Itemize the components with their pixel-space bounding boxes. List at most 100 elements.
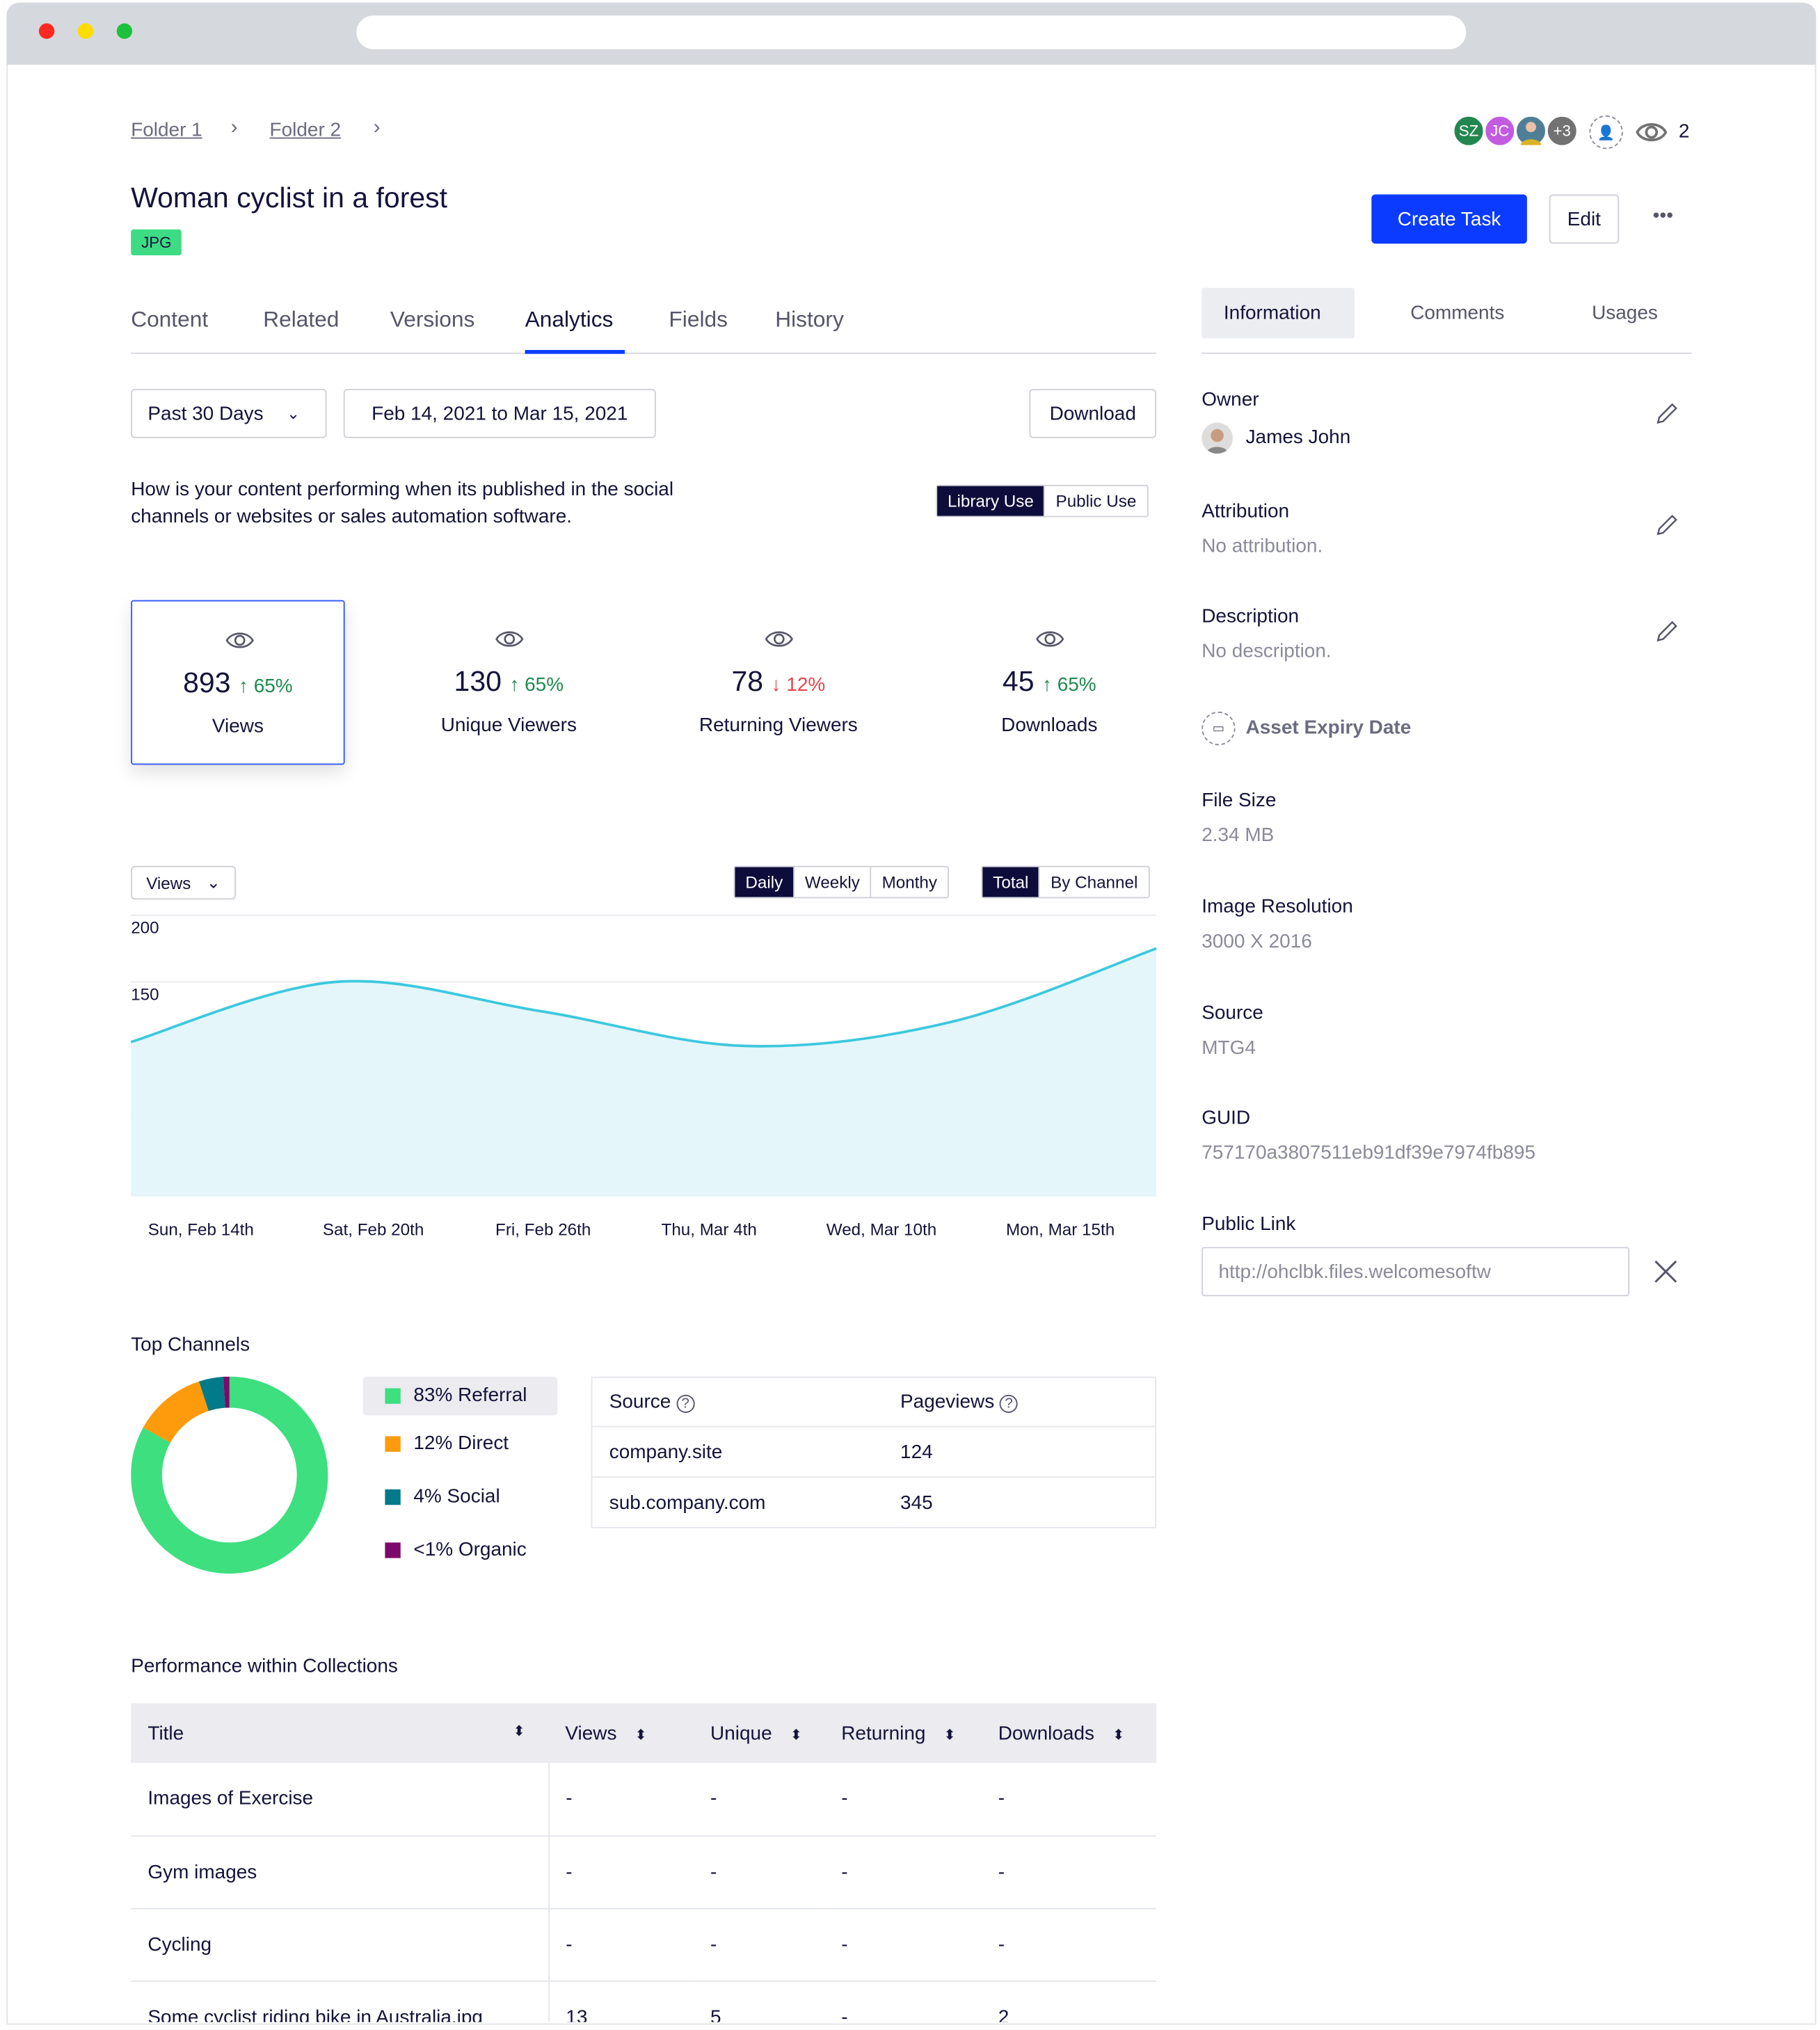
legend-item[interactable]: 4% Social	[385, 1485, 500, 1508]
range-value: Past 30 Days	[147, 402, 264, 425]
description-label: Description	[1202, 605, 1300, 628]
eye-icon	[495, 631, 524, 647]
tab-content[interactable]: Content	[131, 307, 208, 333]
stat-value: 893 ↑ 65%	[183, 666, 293, 699]
calendar-icon[interactable]: ▭	[1202, 711, 1236, 746]
chevron-right-icon: ›	[373, 116, 381, 139]
table-row[interactable]: Gym images - - - -	[131, 1835, 1157, 1908]
donut-slice[interactable]	[143, 1381, 209, 1444]
top-channels-title: Top Channels	[131, 1334, 250, 1356]
weekly-toggle[interactable]: Weekly	[793, 867, 870, 897]
analytics-description: How is your content performing when its …	[131, 478, 674, 528]
total-toggle[interactable]: Total	[982, 867, 1039, 897]
mode-toggle: Total By Channel	[981, 865, 1150, 899]
file-type-badge: JPG	[131, 229, 182, 256]
public-use-toggle[interactable]: Public Use	[1044, 486, 1147, 516]
breadcrumb-folder-1[interactable]: Folder 1	[131, 119, 202, 141]
stat-card-views[interactable]: 893 ↑ 65% Views	[131, 600, 345, 765]
stat-change: ↑ 65%	[509, 673, 564, 696]
asset-expiry-button[interactable]: Asset Expiry Date	[1246, 717, 1412, 739]
tab-analytics[interactable]: Analytics	[525, 307, 614, 333]
metric-dropdown[interactable]: Views ⌄	[131, 865, 237, 900]
pageviews-header[interactable]: Pageviews ?	[900, 1377, 1156, 1427]
table-row[interactable]: Some cyclist riding bike in Australia.jp…	[131, 1981, 1156, 2022]
sort-header-downloads[interactable]: Downloads ⬍	[981, 1703, 1156, 1763]
stat-change: ↑ 65%	[238, 675, 293, 698]
table-header-row: Title ⬍ Views ⬍ Unique ⬍ Returning ⬍ Downloads ⬍	[131, 1703, 1157, 1764]
owner-name: James John	[1245, 426, 1351, 449]
side-tab-information[interactable]: Information	[1224, 302, 1321, 324]
range-dropdown[interactable]: Past 30 Days ⌄	[131, 388, 327, 438]
sort-header-unique[interactable]: Unique ⬍	[694, 1703, 824, 1763]
edit-attribution-pencil-icon[interactable]	[1654, 512, 1680, 538]
monthly-toggle[interactable]: Monthy	[870, 867, 948, 897]
chevron-down-icon: ⌄	[287, 404, 300, 423]
side-tab-comments[interactable]: Comments	[1410, 302, 1504, 324]
donut-slice[interactable]	[199, 1377, 226, 1412]
edit-description-pencil-icon[interactable]	[1654, 618, 1680, 644]
avatar-photo[interactable]	[1514, 113, 1548, 148]
add-user-icon[interactable]: 👤	[1589, 115, 1623, 150]
by-channel-toggle[interactable]: By Channel	[1039, 867, 1148, 897]
tab-fields[interactable]: Fields	[669, 307, 728, 333]
maximize-window-button[interactable]	[116, 23, 133, 39]
stat-card-downloads[interactable]: 45 ↑ 65% Downloads	[943, 600, 1156, 765]
avatar[interactable]: JC	[1483, 113, 1517, 148]
address-bar[interactable]	[356, 15, 1467, 49]
legend-label: 12% Direct	[413, 1432, 509, 1455]
avatar[interactable]: SZ	[1451, 113, 1486, 148]
more-options-icon[interactable]: •••	[1653, 205, 1673, 227]
table-row[interactable]: Cycling - - - -	[131, 1908, 1157, 1981]
metric-value: Views	[146, 872, 191, 893]
eye-icon	[225, 632, 254, 648]
download-button[interactable]: Download	[1029, 388, 1157, 438]
edit-button[interactable]: Edit	[1549, 194, 1620, 244]
performance-table-wrap: Title ⬍ Views ⬍ Unique ⬍ Returning ⬍ Downloads ⬍ I…	[131, 1703, 1157, 2022]
sources-table: Source ? Pageviews ? company.site 124 sub.…	[591, 1376, 1157, 1528]
tab-versions[interactable]: Versions	[390, 307, 474, 333]
table-cell: -	[998, 1787, 1005, 1810]
table-cell: Some cyclist riding bike in Australia.jp…	[131, 1981, 550, 2022]
y-tick-label: 200	[131, 919, 159, 938]
table-row[interactable]: Images of Exercise - - - -	[131, 1763, 1157, 1836]
stat-label: Downloads	[1001, 714, 1098, 737]
help-icon: ?	[999, 1394, 1019, 1413]
date-range-field[interactable]: Feb 14, 2021 to Mar 15, 2021	[343, 388, 656, 438]
tab-related[interactable]: Related	[263, 307, 339, 333]
legend-label: 83% Referral	[413, 1384, 527, 1407]
close-window-button[interactable]	[38, 23, 55, 39]
chevron-right-icon: ›	[230, 116, 238, 139]
public-link-field[interactable]: http://ohclbk.files.welcomesoftw	[1202, 1247, 1630, 1297]
avatar-more[interactable]: +3	[1544, 113, 1579, 148]
stat-label: Returning Viewers	[699, 714, 858, 737]
source-cell: sub.company.com	[609, 1491, 766, 1514]
views-area-chart: 20015010050Sun, Feb 14thSat, Feb 20thFri…	[130, 914, 1157, 1240]
owner-avatar	[1202, 422, 1233, 454]
close-icon[interactable]	[1653, 1258, 1679, 1284]
period-toggle: Daily Weekly Monthy	[733, 865, 949, 899]
tab-history[interactable]: History	[775, 307, 844, 333]
sort-header-returning[interactable]: Returning ⬍	[824, 1703, 981, 1763]
source-header[interactable]: Source ?	[592, 1377, 900, 1427]
stat-card-unique-viewers[interactable]: 130 ↑ 65% Unique Viewers	[402, 600, 616, 765]
stat-card-returning-viewers[interactable]: 78 ↓ 12% Returning Viewers	[671, 600, 885, 765]
minimize-window-button[interactable]	[77, 23, 94, 39]
stat-label: Unique Viewers	[440, 714, 577, 737]
table-cell: -	[710, 1787, 717, 1810]
legend-item[interactable]: 12% Direct	[385, 1432, 509, 1455]
legend-item[interactable]: <1% Organic	[385, 1539, 527, 1560]
sort-icon: ⬍	[634, 1727, 647, 1743]
library-use-toggle[interactable]: Library Use	[937, 486, 1044, 516]
table-cell: -	[710, 1860, 717, 1883]
sort-header-views[interactable]: Views ⬍	[548, 1703, 694, 1763]
create-task-button[interactable]: Create Task	[1371, 194, 1527, 244]
side-tab-usages[interactable]: Usages	[1592, 302, 1658, 324]
edit-owner-pencil-icon[interactable]	[1654, 401, 1680, 426]
legend-item[interactable]: 83% Referral	[385, 1384, 527, 1407]
table-cell: Cycling	[131, 1908, 550, 1981]
guid-value: 757170a3807511eb91df39e7974fb895	[1202, 1142, 1536, 1165]
breadcrumb-folder-2[interactable]: Folder 2	[270, 119, 342, 141]
sort-header-title[interactable]: Title ⬍	[131, 1703, 548, 1763]
daily-toggle[interactable]: Daily	[735, 867, 794, 897]
table-cell: Gym images	[131, 1835, 550, 1908]
